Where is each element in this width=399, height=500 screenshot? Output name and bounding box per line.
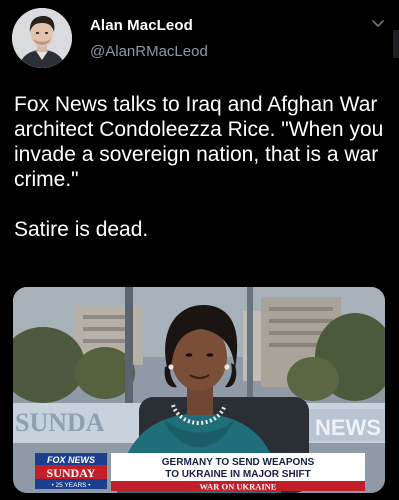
logo-sunday: SUNDAY (47, 466, 96, 480)
backdrop-news-text: NEWS (315, 415, 381, 440)
avatar-image (12, 8, 72, 68)
chevron-down-icon[interactable] (369, 14, 387, 32)
tweet-header: Alan MacLeod @AlanRMacLeod (0, 0, 399, 80)
tweet: Alan MacLeod @AlanRMacLeod Fox News talk… (0, 0, 399, 500)
avatar[interactable] (12, 8, 72, 68)
edge-mark (393, 30, 399, 58)
author-handle[interactable]: @AlanRMacLeod (90, 43, 208, 60)
headline-line-2: TO UKRAINE IN MAJOR SHIFT (165, 469, 310, 480)
headline-line-1: GERMANY TO SEND WEAPONS (162, 457, 315, 468)
logo-25-years: • 25 YEARS • (51, 482, 91, 489)
video-still: SUNDA NEWS FOX NEWS SUNDAY • 25 YEARS • … (13, 287, 385, 493)
author-name[interactable]: Alan MacLeod (90, 17, 193, 34)
headline-tag: WAR ON UKRAINE (200, 482, 277, 492)
backdrop-sunday-text: SUNDA (15, 408, 105, 437)
tweet-text: Fox News talks to Iraq and Afghan War ar… (14, 93, 384, 241)
tweet-media[interactable]: SUNDA NEWS FOX NEWS SUNDAY • 25 YEARS • … (13, 287, 385, 493)
logo-fox-news: FOX NEWS (47, 455, 95, 465)
